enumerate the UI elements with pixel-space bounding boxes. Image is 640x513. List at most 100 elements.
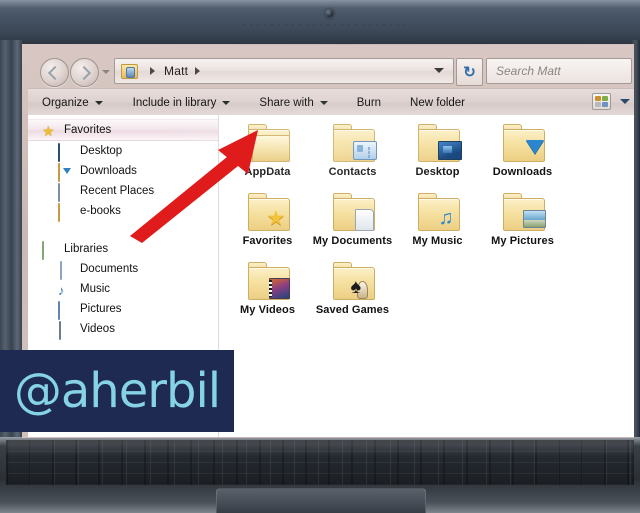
sidebar-item-label: Downloads — [80, 165, 137, 177]
sidebar-item-documents[interactable]: Documents — [28, 259, 218, 280]
toolbar-organize-label: Organize — [42, 96, 89, 109]
chess-piece-icon: ♠ — [351, 276, 376, 299]
star-icon: ★ — [42, 123, 55, 139]
music-note-icon: ♫ — [438, 207, 454, 229]
documents-icon — [58, 261, 73, 280]
file-item-my-music[interactable]: ♫ My Music — [395, 192, 480, 247]
file-item-label: AppData — [244, 166, 291, 178]
view-layout-icon[interactable] — [592, 93, 611, 110]
libraries-icon — [42, 241, 57, 260]
recent-places-icon — [58, 183, 73, 202]
laptop-keyboard — [6, 440, 634, 485]
sidebar-item-label: e-books — [80, 205, 121, 217]
chevron-down-icon — [94, 100, 103, 105]
refresh-icon: ↻ — [463, 63, 476, 81]
file-item-downloads[interactable]: Downloads — [480, 123, 565, 178]
music-note-icon: ♪ — [58, 283, 65, 298]
toolbar-share-label: Share with — [259, 96, 314, 109]
microphone-grille — [243, 24, 411, 26]
search-placeholder: Search Matt — [496, 64, 561, 78]
laptop-top-bezel — [0, 0, 640, 47]
address-bar: Matt ↻ Search Matt — [28, 55, 634, 88]
toolbar-include-in-library-button[interactable]: Include in library — [133, 97, 231, 109]
down-arrow-icon — [522, 139, 546, 161]
file-item-my-documents[interactable]: My Documents — [310, 192, 395, 247]
user-folder-icon — [121, 63, 138, 79]
file-item-appdata[interactable]: AppData — [225, 123, 310, 178]
refresh-button[interactable]: ↻ — [456, 58, 483, 86]
view-cell — [602, 96, 608, 101]
watermark-overlay: @aherbil — [0, 350, 234, 432]
webcam-icon — [325, 9, 334, 18]
breadcrumb-separator-icon — [150, 67, 155, 75]
forward-button[interactable] — [70, 58, 99, 87]
folder-music-icon: ♫ — [415, 192, 461, 232]
file-item-label: Contacts — [328, 166, 377, 178]
monitor-icon — [437, 139, 462, 161]
view-dropdown-icon[interactable] — [620, 99, 630, 104]
page-icon — [352, 208, 376, 231]
sidebar-item-e-books[interactable]: e-books — [28, 201, 218, 222]
folder-pictures-icon — [500, 192, 546, 232]
sidebar-item-label: Recent Places — [80, 185, 155, 197]
sidebar-group-favorites[interactable]: ★ Favorites — [28, 119, 218, 141]
breadcrumb-segment-matt[interactable]: Matt — [164, 64, 188, 78]
toolbar-include-label: Include in library — [132, 96, 217, 109]
file-item-label: Saved Games — [315, 304, 390, 316]
chevron-down-icon — [319, 100, 328, 105]
folder-desktop-icon — [415, 123, 462, 163]
forward-arrow-icon — [76, 65, 92, 81]
file-item-label: Favorites — [242, 235, 293, 247]
toolbar-burn-button[interactable]: Burn — [357, 97, 381, 109]
address-dropdown-icon[interactable] — [434, 68, 444, 73]
toolbar-organize-button[interactable]: Organize — [42, 97, 103, 109]
downloads-folder-icon — [58, 163, 73, 182]
file-item-label: My Videos — [239, 304, 296, 316]
folder-videos-icon — [245, 261, 291, 301]
breadcrumb-separator-icon-2[interactable] — [195, 67, 201, 75]
recent-pages-dropdown-icon[interactable] — [102, 70, 110, 74]
folder-games-icon: ♠ — [330, 261, 376, 301]
star-icon: ★ — [266, 207, 286, 230]
toolbar-new-folder-label: New folder — [410, 96, 466, 109]
toolbar-new-folder-button[interactable]: New folder — [410, 97, 465, 109]
file-item-desktop[interactable]: Desktop — [395, 123, 480, 178]
chevron-down-icon — [222, 100, 231, 105]
folder-contacts-icon — [330, 123, 377, 163]
contact-card-icon — [352, 139, 377, 161]
sidebar-item-label: Pictures — [80, 303, 122, 315]
file-item-my-pictures[interactable]: My Pictures — [480, 192, 565, 247]
file-item-saved-games[interactable]: ♠ Saved Games — [310, 261, 395, 316]
sidebar-item-recent-places[interactable]: Recent Places — [28, 181, 218, 202]
view-cell — [595, 96, 601, 101]
sidebar-group-libraries[interactable]: Libraries — [28, 239, 218, 260]
sidebar-item-downloads[interactable]: Downloads — [28, 161, 218, 182]
view-cell — [602, 102, 608, 107]
watermark-text: @aherbil — [13, 363, 221, 419]
folder-plain-icon — [245, 123, 291, 163]
search-input[interactable]: Search Matt — [486, 58, 632, 84]
pictures-icon — [58, 301, 73, 320]
toolbar-burn-label: Burn — [356, 96, 382, 109]
sidebar-group-label: Libraries — [64, 243, 109, 255]
desktop-icon — [58, 143, 73, 162]
view-cell — [595, 102, 601, 107]
folder-icon — [58, 203, 73, 222]
sidebar-item-desktop[interactable]: Desktop — [28, 141, 218, 162]
sidebar-item-music[interactable]: ♪ Music — [28, 279, 218, 299]
file-item-label: Desktop — [415, 166, 460, 178]
back-button[interactable] — [40, 58, 69, 87]
toolbar-share-with-button[interactable]: Share with — [259, 96, 328, 109]
breadcrumb[interactable]: Matt — [114, 58, 454, 84]
sidebar-item-videos[interactable]: Videos — [28, 319, 218, 340]
folder-favorites-icon: ★ — [245, 192, 291, 232]
screenshot-root: Matt ↻ Search Matt Organize Include in l… — [0, 0, 640, 513]
sidebar-item-pictures[interactable]: Pictures — [28, 299, 218, 320]
sidebar-item-label: Desktop — [80, 145, 123, 157]
file-item-favorites[interactable]: ★ Favorites — [225, 192, 310, 247]
file-grid: AppData Contacts Desktop Downloads ★ Fav… — [225, 123, 634, 330]
file-item-label: Downloads — [492, 166, 553, 178]
file-item-my-videos[interactable]: My Videos — [225, 261, 310, 316]
file-item-contacts[interactable]: Contacts — [310, 123, 395, 178]
